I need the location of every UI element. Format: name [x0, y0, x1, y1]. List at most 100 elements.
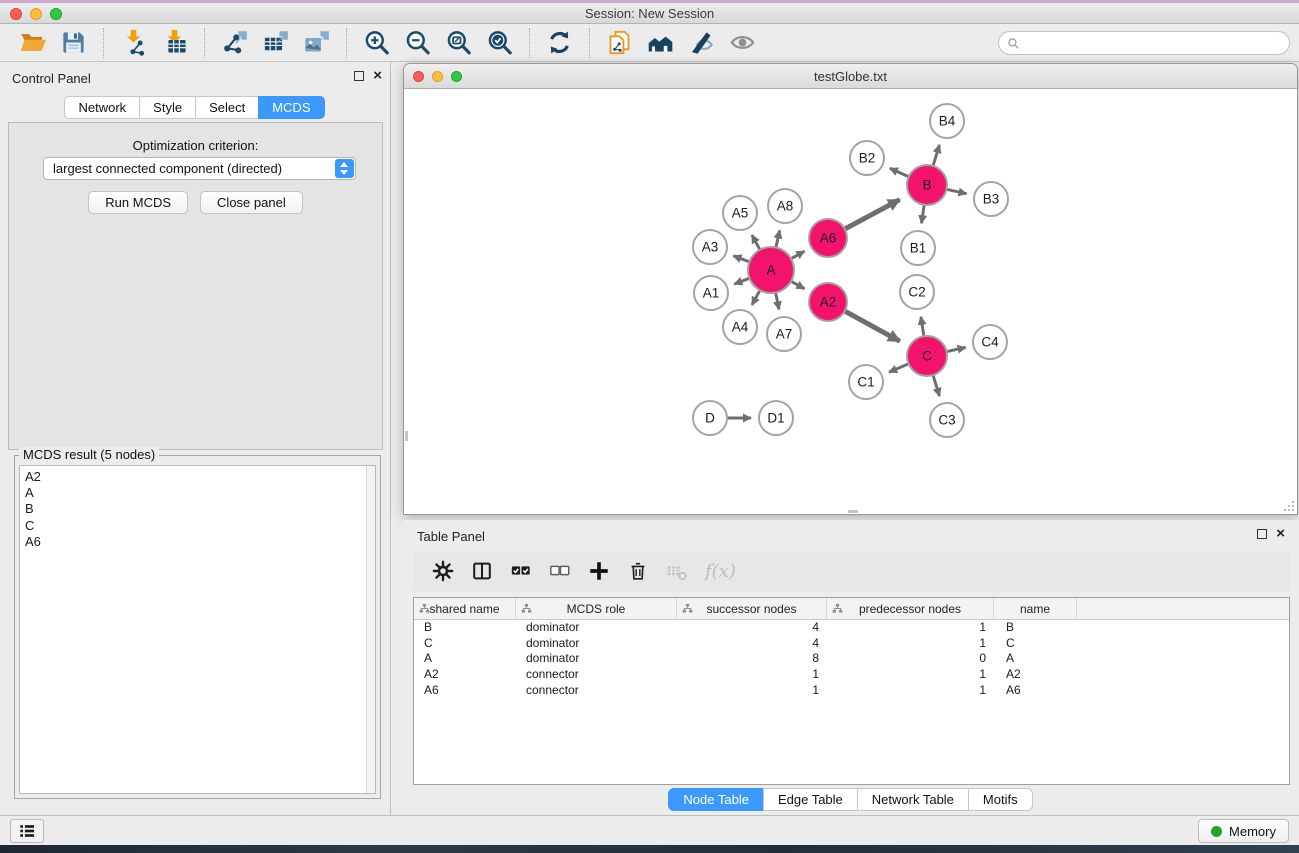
import-network-button[interactable]: [113, 27, 154, 58]
node-C1[interactable]: C1: [849, 365, 883, 399]
result-list-scrollbar[interactable]: [366, 466, 375, 793]
node-C[interactable]: C: [907, 336, 947, 376]
edge-B-B1[interactable]: [922, 205, 925, 224]
export-network-button[interactable]: [214, 27, 255, 58]
clone-network-button[interactable]: [599, 27, 640, 58]
node-A8[interactable]: A8: [768, 189, 802, 223]
edge-C-C1[interactable]: [889, 364, 909, 372]
zoom-selected-button[interactable]: [479, 27, 520, 58]
result-item[interactable]: A2: [20, 469, 375, 485]
node-A1[interactable]: A1: [694, 276, 728, 310]
task-history-button[interactable]: [10, 819, 44, 843]
export-image-button[interactable]: [296, 27, 337, 58]
column-visibility-button[interactable]: [471, 560, 493, 582]
zoom-in-button[interactable]: [356, 27, 397, 58]
edge-A-A1[interactable]: [734, 278, 749, 284]
column-header-filler[interactable]: [1077, 598, 1289, 619]
float-table-panel-button[interactable]: [1257, 529, 1267, 539]
home-button[interactable]: [640, 27, 681, 58]
search-field[interactable]: [998, 31, 1290, 55]
table-row[interactable]: Bdominator41B: [414, 620, 1289, 636]
export-table-button[interactable]: [255, 27, 296, 58]
result-item[interactable]: C: [20, 518, 375, 534]
edge-B-B2[interactable]: [890, 168, 909, 177]
edge-B-B3[interactable]: [947, 189, 967, 193]
edge-A6-B[interactable]: [845, 200, 900, 229]
delete-column-button[interactable]: [627, 560, 649, 582]
tab-mcds[interactable]: MCDS: [258, 96, 324, 119]
table-row[interactable]: A6connector11A6: [414, 683, 1289, 699]
node-A4[interactable]: A4: [723, 310, 757, 344]
search-input[interactable]: [1025, 34, 1283, 52]
network-canvas[interactable]: B4 B2 B B3 A8 A5 A6 B1 A3 A A1 C2 A2 A4 A7 C4 C C1 D D1 C3: [404, 89, 1297, 514]
network-window-titlebar[interactable]: testGlobe.txt: [404, 64, 1297, 89]
node-C3[interactable]: C3: [930, 403, 964, 437]
save-session-button[interactable]: [53, 27, 94, 58]
edge-C-C3[interactable]: [933, 375, 940, 396]
column-header-successor-nodes[interactable]: successor nodes: [677, 598, 827, 619]
mcds-result-list[interactable]: A2ABCA6: [19, 465, 376, 794]
node-A6[interactable]: A6: [809, 219, 847, 257]
node-C4[interactable]: C4: [973, 325, 1007, 359]
node-B3[interactable]: B3: [974, 182, 1008, 216]
edge-C-C4[interactable]: [947, 347, 966, 351]
table-row[interactable]: Cdominator41C: [414, 636, 1289, 652]
edge-A-A7[interactable]: [776, 293, 779, 310]
node-B2[interactable]: B2: [850, 141, 884, 175]
tab-style[interactable]: Style: [139, 96, 196, 119]
resize-grip[interactable]: [1282, 499, 1295, 512]
tab-select[interactable]: Select: [195, 96, 259, 119]
node-C2[interactable]: C2: [900, 275, 934, 309]
tab-node-table[interactable]: Node Table: [668, 788, 764, 811]
settings-button[interactable]: [432, 560, 454, 582]
edge-B-B4[interactable]: [933, 145, 940, 166]
node-A7[interactable]: A7: [767, 317, 801, 351]
column-header-MCDS-role[interactable]: MCDS role: [516, 598, 677, 619]
node-table[interactable]: shared nameMCDS rolesuccessor nodesprede…: [413, 597, 1290, 785]
deselect-all-button[interactable]: [549, 560, 571, 582]
table-row[interactable]: A2connector11A2: [414, 667, 1289, 683]
close-table-panel-button[interactable]: ×: [1276, 528, 1285, 540]
edge-A-A4[interactable]: [752, 290, 760, 305]
close-panel-button[interactable]: Close panel: [200, 191, 303, 214]
node-A[interactable]: A: [748, 247, 794, 293]
select-all-button[interactable]: [510, 560, 532, 582]
node-A5[interactable]: A5: [723, 196, 757, 230]
edge-A-A3[interactable]: [733, 256, 749, 262]
add-column-button[interactable]: [588, 560, 610, 582]
node-B[interactable]: B: [907, 165, 947, 205]
node-A2[interactable]: A2: [809, 283, 847, 321]
column-header-predecessor-nodes[interactable]: predecessor nodes: [827, 598, 994, 619]
table-row[interactable]: Adominator80A: [414, 651, 1289, 667]
open-session-button[interactable]: [12, 27, 53, 58]
float-panel-button[interactable]: [354, 71, 364, 81]
edge-C-C2[interactable]: [921, 317, 924, 337]
zoom-fit-button[interactable]: [438, 27, 479, 58]
hide-details-button[interactable]: [681, 27, 722, 58]
tab-network[interactable]: Network: [64, 96, 140, 119]
memory-button[interactable]: Memory: [1198, 819, 1289, 843]
node-B1[interactable]: B1: [901, 231, 935, 265]
show-details-button[interactable]: [722, 27, 763, 58]
node-B4[interactable]: B4: [930, 104, 964, 138]
zoom-out-button[interactable]: [397, 27, 438, 58]
node-D1[interactable]: D1: [759, 401, 793, 435]
edge-A-A8[interactable]: [776, 230, 780, 247]
tab-edge-table[interactable]: Edge Table: [763, 788, 858, 811]
run-mcds-button[interactable]: Run MCDS: [88, 191, 188, 214]
edge-A-A2[interactable]: [791, 281, 804, 289]
edge-A-A6[interactable]: [791, 251, 804, 259]
criterion-select[interactable]: largest connected component (directed): [43, 157, 356, 180]
result-item[interactable]: A6: [20, 534, 375, 550]
result-item[interactable]: A: [20, 485, 375, 501]
tab-motifs[interactable]: Motifs: [968, 788, 1033, 811]
column-header-shared-name[interactable]: shared name: [414, 598, 516, 619]
node-D[interactable]: D: [693, 401, 727, 435]
edge-A2-C[interactable]: [845, 311, 900, 341]
import-table-button[interactable]: [154, 27, 195, 58]
edge-A-A5[interactable]: [752, 235, 760, 250]
result-item[interactable]: B: [20, 501, 375, 517]
column-header-name[interactable]: name: [994, 598, 1077, 619]
close-panel-icon-button[interactable]: ×: [373, 70, 382, 82]
node-A3[interactable]: A3: [693, 230, 727, 264]
